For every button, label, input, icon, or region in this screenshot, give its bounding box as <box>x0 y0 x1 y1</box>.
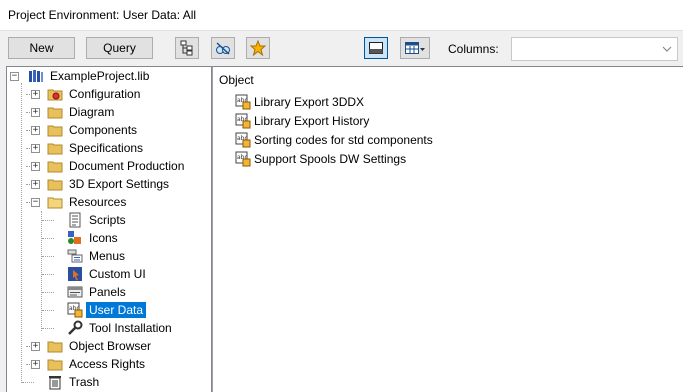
filter-button[interactable] <box>211 37 235 59</box>
tree-item-resources[interactable]: Resources <box>47 193 129 211</box>
user-data-icon: abc <box>235 151 251 167</box>
tree-item-tool-installation[interactable]: Tool Installation <box>67 319 175 337</box>
trash-icon <box>49 376 61 390</box>
object-name: Library Export 3DDX <box>254 95 365 109</box>
folder-icon <box>47 161 63 173</box>
user-data-icon: abc <box>235 94 251 110</box>
panel-icon <box>67 286 83 298</box>
tree-item-access-rights[interactable]: Access Rights <box>47 355 148 373</box>
binoculars-icon <box>216 42 230 55</box>
columns-label: Columns: <box>448 42 499 56</box>
table-grid-icon <box>405 42 425 54</box>
tree-item-3d-export-settings[interactable]: 3D Export Settings <box>47 175 172 193</box>
object-name: Support Spools DW Settings <box>254 152 407 166</box>
user-data-icon: abc <box>235 113 251 129</box>
folder-icon <box>47 125 63 137</box>
tree-item-custom-ui[interactable]: Custom UI <box>67 265 149 283</box>
new-button[interactable]: New <box>8 37 75 59</box>
collapse-resources-toggle[interactable]: − <box>31 198 40 207</box>
collapse-root-toggle[interactable]: − <box>10 72 19 81</box>
columns-select[interactable] <box>511 37 678 61</box>
window-title: Project Environment: User Data: All <box>8 8 197 22</box>
tree-item-icons[interactable]: Icons <box>67 229 121 247</box>
library-icon <box>29 70 43 82</box>
title-bar: Project Environment: User Data: All <box>0 0 683 31</box>
tree-item-scripts[interactable]: Scripts <box>67 211 129 229</box>
hierarchy-icon <box>180 40 193 56</box>
query-button[interactable]: Query <box>86 37 153 59</box>
wrench-icon <box>68 320 83 335</box>
object-row[interactable]: abc Library Export 3DDX <box>235 93 364 111</box>
expand-document-production-toggle[interactable]: + <box>31 162 40 171</box>
tree-item-specifications[interactable]: Specifications <box>47 139 146 157</box>
script-icon <box>69 212 81 228</box>
object-row[interactable]: abc Support Spools DW Settings <box>235 150 406 168</box>
hierarchy-view-button[interactable] <box>175 37 199 59</box>
project-tree[interactable]: − ExampleProject.lib + Configuration + D… <box>6 66 212 392</box>
tree-item-components[interactable]: Components <box>47 121 140 139</box>
expand-access-rights-toggle[interactable]: + <box>31 360 40 369</box>
object-name: Sorting codes for std components <box>254 133 433 147</box>
expand-configuration-toggle[interactable]: + <box>31 90 40 99</box>
expand-specifications-toggle[interactable]: + <box>31 144 40 153</box>
icons-icon <box>68 231 81 244</box>
tree-item-document-production[interactable]: Document Production <box>47 157 187 175</box>
object-list-panel: Object abc Library Export 3DDX abc Libra… <box>212 66 683 392</box>
folder-icon <box>47 341 63 353</box>
tree-item-object-browser[interactable]: Object Browser <box>47 337 154 355</box>
tree-item-user-data[interactable]: abc User Data <box>67 301 147 319</box>
tree-root[interactable]: ExampleProject.lib <box>28 67 152 85</box>
menu-icon <box>67 249 83 263</box>
window-layout-icon <box>369 42 383 54</box>
tree-item-configuration[interactable]: Configuration <box>47 85 143 103</box>
grid-view-dropdown[interactable] <box>400 37 430 59</box>
folder-icon <box>47 179 63 191</box>
star-icon <box>250 40 266 56</box>
tree-item-diagram[interactable]: Diagram <box>47 103 117 121</box>
toolbar: New Query Columns: <box>0 31 683 65</box>
object-row[interactable]: abc Library Export History <box>235 112 369 130</box>
user-data-icon: abc <box>235 132 251 148</box>
custom-ui-icon <box>68 267 82 281</box>
tree-item-menus[interactable]: Menus <box>67 247 128 265</box>
folder-icon <box>47 143 63 155</box>
folder-icon <box>47 359 63 371</box>
tree-root-label: ExampleProject.lib <box>50 69 150 83</box>
object-row[interactable]: abc Sorting codes for std components <box>235 131 433 149</box>
tree-item-panels[interactable]: Panels <box>67 283 129 301</box>
object-name: Library Export History <box>254 114 370 128</box>
expand-object-browser-toggle[interactable]: + <box>31 342 40 351</box>
configuration-icon <box>47 89 63 101</box>
folder-icon <box>47 107 63 119</box>
favorites-button[interactable] <box>246 37 270 59</box>
layout-view-button[interactable] <box>364 37 388 59</box>
expand-components-toggle[interactable]: + <box>31 126 40 135</box>
open-folder-icon <box>47 197 63 209</box>
user-data-icon: abc <box>67 302 83 318</box>
chevron-down-icon <box>662 46 672 52</box>
tree-item-trash[interactable]: Trash <box>47 373 102 391</box>
expand-3d-export-settings-toggle[interactable]: + <box>31 180 40 189</box>
object-column-header[interactable]: Object <box>219 73 254 87</box>
expand-diagram-toggle[interactable]: + <box>31 108 40 117</box>
